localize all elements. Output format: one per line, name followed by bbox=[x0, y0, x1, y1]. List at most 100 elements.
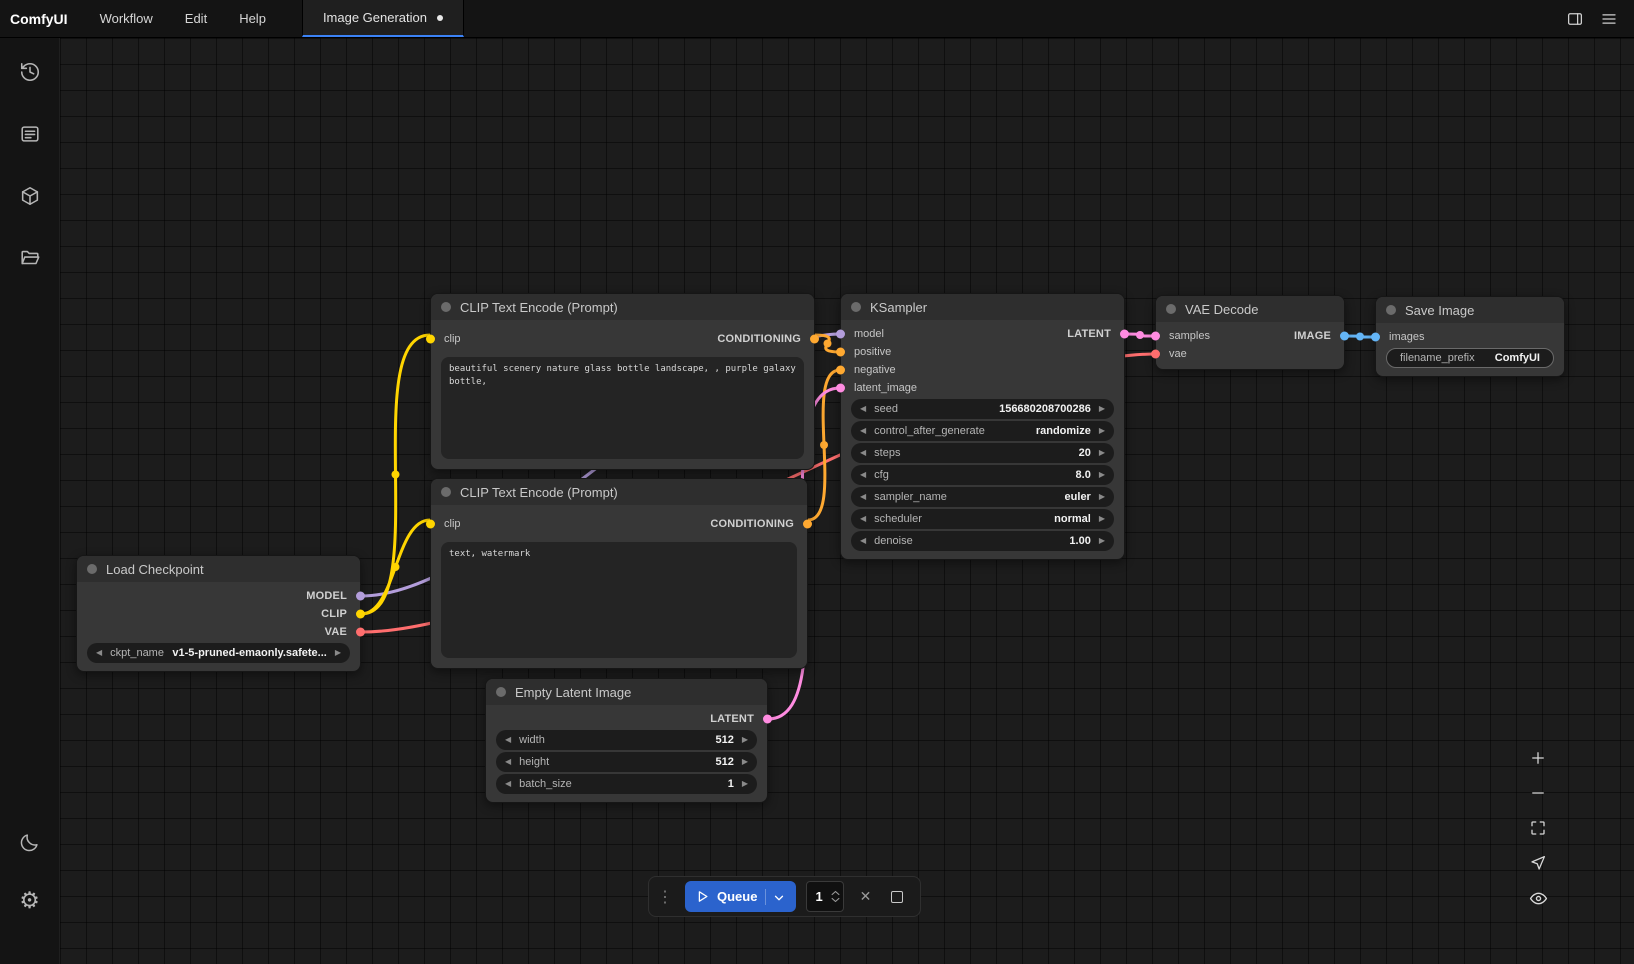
output-port-model[interactable] bbox=[356, 592, 365, 601]
node-save-image[interactable]: Save Image images filename_prefix ComfyU… bbox=[1375, 296, 1565, 377]
decrement-arrow-icon[interactable]: ◀ bbox=[505, 758, 511, 766]
input-port-latent-image[interactable] bbox=[836, 384, 845, 393]
widget-control-after-generate[interactable]: ◀ control_after_generate randomize ▶ bbox=[851, 421, 1114, 441]
output-port-latent[interactable] bbox=[763, 715, 772, 724]
widget-ckpt-name[interactable]: ◀ ckpt_name v1-5-pruned-emaonly.safete..… bbox=[87, 643, 350, 663]
prev-value-arrow-icon[interactable]: ◀ bbox=[860, 427, 866, 435]
widget-denoise[interactable]: ◀ denoise 1.00 ▶ bbox=[851, 531, 1114, 551]
node-header[interactable]: CLIP Text Encode (Prompt) bbox=[431, 479, 807, 505]
input-port-vae[interactable] bbox=[1151, 350, 1160, 359]
prev-value-arrow-icon[interactable]: ◀ bbox=[96, 649, 102, 657]
output-port-latent[interactable] bbox=[1120, 330, 1129, 339]
prompt-textarea[interactable]: text, watermark bbox=[441, 542, 797, 658]
increment-arrow-icon[interactable]: ▶ bbox=[1099, 471, 1105, 479]
decrement-arrow-icon[interactable]: ◀ bbox=[505, 736, 511, 744]
node-ksampler[interactable]: KSampler model LATENT positive negative … bbox=[840, 293, 1125, 560]
input-port-samples[interactable] bbox=[1151, 332, 1160, 341]
widget-filename-prefix[interactable]: filename_prefix ComfyUI bbox=[1386, 348, 1554, 368]
hamburger-menu-button[interactable] bbox=[1594, 4, 1624, 34]
node-clip-text-encode-negative[interactable]: CLIP Text Encode (Prompt) clip CONDITION… bbox=[430, 478, 808, 669]
node-header[interactable]: VAE Decode bbox=[1156, 296, 1344, 322]
queue-options-dropdown[interactable] bbox=[765, 889, 792, 905]
decrement-arrow-icon[interactable]: ◀ bbox=[860, 471, 866, 479]
cancel-run-button[interactable]: ✕ bbox=[854, 886, 876, 908]
sidebar-item-history[interactable] bbox=[10, 52, 50, 92]
node-header[interactable]: Empty Latent Image bbox=[486, 679, 767, 705]
zoom-out-button[interactable] bbox=[1523, 779, 1553, 807]
input-port-model[interactable] bbox=[836, 330, 845, 339]
decrement-arrow-icon[interactable]: ◀ bbox=[505, 780, 511, 788]
settings-button[interactable]: ⚙ bbox=[10, 880, 50, 920]
stepper-down-icon[interactable] bbox=[831, 897, 840, 903]
prompt-textarea[interactable]: beautiful scenery nature glass bottle la… bbox=[441, 357, 804, 459]
menu-edit[interactable]: Edit bbox=[169, 0, 223, 37]
node-header[interactable]: Save Image bbox=[1376, 297, 1564, 323]
node-vae-decode[interactable]: VAE Decode samples IMAGE vae bbox=[1155, 295, 1345, 370]
collapse-dot[interactable] bbox=[441, 302, 451, 312]
prev-value-arrow-icon[interactable]: ◀ bbox=[860, 515, 866, 523]
widget-scheduler[interactable]: ◀ scheduler normal ▶ bbox=[851, 509, 1114, 529]
collapse-dot[interactable] bbox=[87, 564, 97, 574]
decrement-arrow-icon[interactable]: ◀ bbox=[860, 405, 866, 413]
input-port-positive[interactable] bbox=[836, 348, 845, 357]
widget-cfg[interactable]: ◀ cfg 8.0 ▶ bbox=[851, 465, 1114, 485]
sidebar-item-model-library[interactable] bbox=[10, 176, 50, 216]
batch-count-input[interactable]: 1 bbox=[806, 881, 844, 912]
node-header[interactable]: KSampler bbox=[841, 294, 1124, 320]
output-port-conditioning[interactable] bbox=[803, 520, 812, 529]
theme-toggle-button[interactable] bbox=[10, 822, 50, 862]
select-mode-button[interactable] bbox=[1523, 849, 1553, 877]
input-port-negative[interactable] bbox=[836, 366, 845, 375]
node-header[interactable]: CLIP Text Encode (Prompt) bbox=[431, 294, 814, 320]
drag-handle[interactable]: ⋮ bbox=[655, 887, 675, 907]
zoom-in-button[interactable] bbox=[1523, 744, 1553, 772]
sidebar-item-workflows[interactable] bbox=[10, 238, 50, 278]
input-port-images[interactable] bbox=[1371, 333, 1380, 342]
stepper-up-icon[interactable] bbox=[831, 890, 840, 896]
output-port-image[interactable] bbox=[1340, 332, 1349, 341]
increment-arrow-icon[interactable]: ▶ bbox=[1099, 405, 1105, 413]
fit-view-button[interactable] bbox=[1523, 814, 1553, 842]
widget-seed[interactable]: ◀ seed 156680208700286 ▶ bbox=[851, 399, 1114, 419]
increment-arrow-icon[interactable]: ▶ bbox=[742, 780, 748, 788]
node-load-checkpoint[interactable]: Load Checkpoint MODEL CLIP VAE ◀ ckpt_na… bbox=[76, 555, 361, 672]
sidebar-item-queue[interactable] bbox=[10, 114, 50, 154]
collapse-dot[interactable] bbox=[1166, 304, 1176, 314]
node-empty-latent-image[interactable]: Empty Latent Image LATENT ◀ width 512 ▶ … bbox=[485, 678, 768, 803]
collapse-dot[interactable] bbox=[496, 687, 506, 697]
stop-button[interactable] bbox=[886, 886, 908, 908]
collapse-dot[interactable] bbox=[1386, 305, 1396, 315]
tab-image-generation[interactable]: Image Generation bbox=[302, 0, 464, 37]
output-port-vae[interactable] bbox=[356, 628, 365, 637]
input-port-clip[interactable] bbox=[426, 520, 435, 529]
toggle-link-visibility-button[interactable] bbox=[1523, 884, 1553, 912]
menu-help[interactable]: Help bbox=[223, 0, 282, 37]
input-port-clip[interactable] bbox=[426, 335, 435, 344]
next-value-arrow-icon[interactable]: ▶ bbox=[335, 649, 341, 657]
queue-button[interactable]: Queue bbox=[685, 881, 796, 912]
next-value-arrow-icon[interactable]: ▶ bbox=[1099, 515, 1105, 523]
widget-batch-size[interactable]: ◀ batch_size 1 ▶ bbox=[496, 774, 757, 794]
widget-sampler-name[interactable]: ◀ sampler_name euler ▶ bbox=[851, 487, 1114, 507]
increment-arrow-icon[interactable]: ▶ bbox=[742, 736, 748, 744]
menu-workflow[interactable]: Workflow bbox=[84, 0, 169, 37]
node-clip-text-encode-positive[interactable]: CLIP Text Encode (Prompt) clip CONDITION… bbox=[430, 293, 815, 470]
decrement-arrow-icon[interactable]: ◀ bbox=[860, 449, 866, 457]
collapse-dot[interactable] bbox=[851, 302, 861, 312]
collapse-dot[interactable] bbox=[441, 487, 451, 497]
increment-arrow-icon[interactable]: ▶ bbox=[742, 758, 748, 766]
increment-arrow-icon[interactable]: ▶ bbox=[1099, 449, 1105, 457]
app-logo[interactable]: ComfyUI bbox=[0, 11, 84, 27]
panel-toggle-button[interactable] bbox=[1560, 4, 1590, 34]
prev-value-arrow-icon[interactable]: ◀ bbox=[860, 493, 866, 501]
decrement-arrow-icon[interactable]: ◀ bbox=[860, 537, 866, 545]
widget-width[interactable]: ◀ width 512 ▶ bbox=[496, 730, 757, 750]
widget-height[interactable]: ◀ height 512 ▶ bbox=[496, 752, 757, 772]
next-value-arrow-icon[interactable]: ▶ bbox=[1099, 427, 1105, 435]
node-header[interactable]: Load Checkpoint bbox=[77, 556, 360, 582]
output-port-clip[interactable] bbox=[356, 610, 365, 619]
increment-arrow-icon[interactable]: ▶ bbox=[1099, 537, 1105, 545]
next-value-arrow-icon[interactable]: ▶ bbox=[1099, 493, 1105, 501]
widget-steps[interactable]: ◀ steps 20 ▶ bbox=[851, 443, 1114, 463]
output-port-conditioning[interactable] bbox=[810, 335, 819, 344]
